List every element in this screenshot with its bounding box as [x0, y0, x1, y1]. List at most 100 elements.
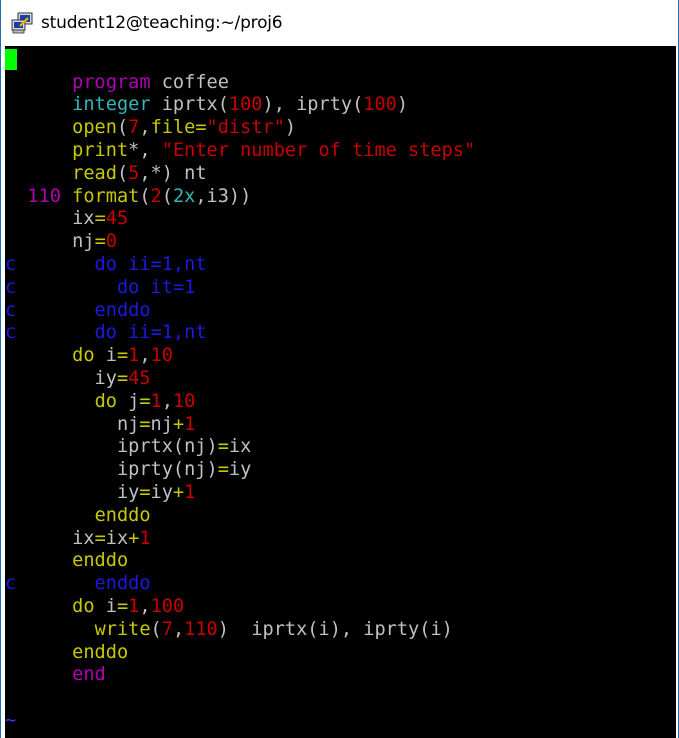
code-token: 100	[228, 94, 263, 116]
code-line: c do ii=1,nt	[5, 254, 207, 277]
code-token: (	[161, 185, 173, 207]
code-token: c enddo	[5, 299, 151, 321]
code-token: iprty(nj)	[5, 459, 218, 481]
code-token: open	[72, 117, 117, 139]
code-token: iy	[5, 481, 140, 503]
terminal-screen[interactable]: program coffee integer iprtx(100), iprty…	[5, 46, 676, 738]
code-line: iprtx(nj)=ix	[5, 436, 251, 459]
code-token: nj	[150, 413, 173, 435]
code-token: ), iprty(	[262, 94, 364, 116]
code-line: nj=nj+1	[5, 414, 195, 437]
window-title: student12@teaching:~/proj6	[41, 13, 283, 33]
code-token: 100	[363, 94, 397, 116]
code-token: (	[139, 185, 151, 207]
terminal-window: student12@teaching:~/proj6 program coffe…	[0, 0, 679, 738]
code-token: =	[94, 231, 106, 253]
code-token: iy	[5, 367, 117, 389]
code-token: format	[72, 185, 140, 207]
code-line: ix=45	[5, 208, 128, 231]
code-token: c do ii=1,nt	[5, 322, 207, 344]
code-line: iy=45	[5, 368, 151, 391]
code-token: =	[116, 595, 129, 617]
code-token: do	[72, 345, 95, 367]
code-token: )	[284, 117, 297, 139]
code-token: do	[94, 390, 117, 412]
code-token: "distr"	[206, 117, 285, 139]
code-line: iprty(nj)=iy	[5, 459, 251, 482]
code-token: 1	[139, 527, 151, 549]
code-line: c enddo	[5, 300, 151, 323]
code-token: enddo	[94, 504, 151, 526]
code-token: =	[139, 390, 151, 412]
code-token: iy	[228, 459, 252, 481]
code-line: ix=ix+1	[5, 527, 151, 551]
code-token: =	[94, 208, 106, 230]
code-token: iprtx(	[150, 94, 229, 116]
code-line: enddo	[5, 550, 128, 573]
code-token: read	[72, 162, 117, 184]
code-token: ,*) nt	[139, 162, 207, 184]
code-token: 10	[150, 345, 173, 367]
code-token: +	[172, 481, 185, 503]
code-token: "Enter number of time steps"	[161, 139, 476, 161]
code-token: ix	[5, 208, 95, 230]
code-token: c do ii=1,nt	[5, 253, 207, 275]
code-token: =	[217, 436, 229, 458]
code-token: )	[396, 94, 409, 116]
code-token: =	[217, 459, 229, 481]
code-token: c do it=1	[5, 276, 196, 298]
code-token: i	[94, 595, 117, 617]
code-line: c do it=1	[5, 277, 195, 300]
code-token: ,	[139, 345, 151, 367]
code-token: +	[172, 413, 185, 435]
code-token: *,	[128, 139, 162, 161]
code-line: ~	[5, 710, 16, 733]
code-line: enddo	[5, 642, 128, 665]
code-token: 110	[5, 185, 73, 207]
code-token: integer	[72, 94, 151, 116]
code-token: =	[116, 345, 129, 367]
code-token: 7	[128, 117, 140, 139]
code-token: ,i3))	[195, 185, 252, 207]
code-token: ~	[5, 709, 17, 731]
code-token: (	[116, 162, 129, 184]
code-token: program	[72, 71, 151, 93]
code-token: 1	[184, 481, 196, 503]
code-line: open(7,file="distr")	[5, 117, 296, 140]
code-line: do i=1,10	[5, 345, 173, 368]
putty-terminal-icon[interactable]	[11, 12, 33, 34]
code-token: (	[150, 618, 162, 640]
code-line: program coffee	[5, 72, 229, 95]
code-token: +	[128, 527, 140, 549]
code-token: 5	[128, 162, 140, 184]
code-line: integer iprtx(100), iprty(100)	[5, 94, 408, 117]
code-line: enddo	[5, 505, 151, 528]
code-line: do i=1,100	[5, 596, 184, 619]
code-token: 110	[184, 618, 218, 640]
code-line: nj=0	[5, 231, 117, 254]
code-token: 45	[128, 367, 151, 389]
code-token: 2x	[172, 185, 196, 207]
code-token: 2	[150, 185, 162, 207]
code-line: c do ii=1,nt	[5, 322, 207, 345]
code-line: end	[5, 664, 106, 687]
code-token: iprtx(nj)	[5, 436, 218, 458]
code-line: read(5,*) nt	[5, 162, 207, 186]
code-token: enddo	[72, 641, 129, 663]
code-token: =	[94, 527, 106, 549]
code-token: j	[116, 390, 140, 412]
code-token: write	[94, 618, 151, 640]
code-token: ix	[228, 436, 252, 458]
code-line: 110 format(2(2x,i3))	[5, 186, 251, 209]
title-bar[interactable]: student12@teaching:~/proj6	[1, 0, 678, 46]
